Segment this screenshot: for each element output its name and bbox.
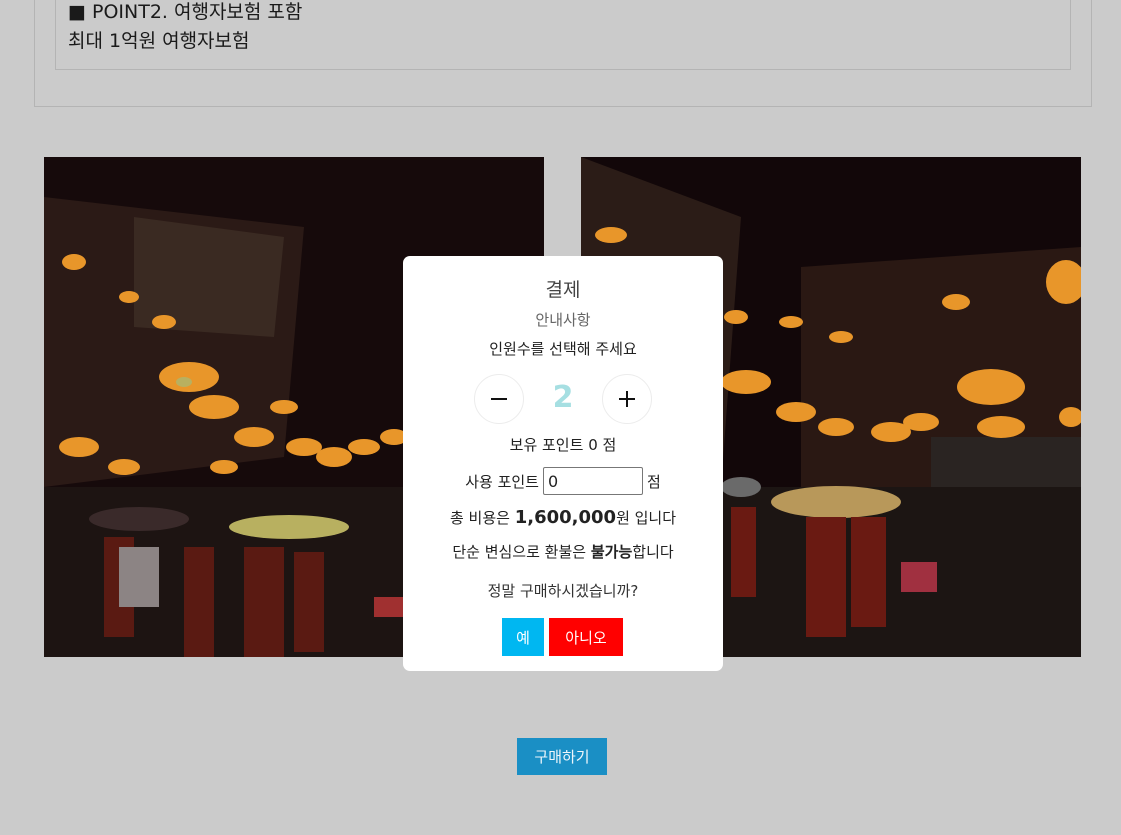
- modal-subtitle: 안내사항: [535, 311, 591, 329]
- modal-guide-text: 인원수를 선택해 주세요: [489, 340, 637, 358]
- person-count: 2: [552, 380, 574, 415]
- total-cost-suffix: 원 입니다: [616, 509, 677, 527]
- refund-notice: 단순 변심으로 환불은 불가능합니다: [403, 541, 723, 562]
- no-button[interactable]: 아니오: [549, 618, 623, 656]
- decrease-count-button[interactable]: [474, 374, 524, 424]
- owned-points-value: 0: [588, 436, 598, 454]
- owned-points-label: 보유 포인트: [509, 436, 584, 454]
- use-points-unit: 점: [646, 472, 661, 491]
- use-points-row: 사용 포인트 점: [403, 467, 723, 495]
- point-title: ■ POINT2. 여행자보험 포함: [68, 1, 303, 23]
- use-points-label: 사용 포인트: [465, 472, 539, 491]
- refund-notice-emphasis: 불가능: [590, 543, 633, 561]
- page: ■ POINT2. 여행자보험 포함 최대 1억원 여행자보험 결제 안내사항 …: [0, 0, 1121, 835]
- increase-count-button[interactable]: [602, 374, 652, 424]
- confirm-question: 정말 구매하시겠습니까?: [487, 582, 639, 600]
- owned-points-unit: 점: [602, 436, 617, 454]
- owned-points: 보유 포인트 0 점: [403, 434, 723, 455]
- buy-button[interactable]: 구매하기: [517, 738, 607, 775]
- modal-title: 결제: [545, 279, 581, 301]
- minus-icon: [491, 398, 507, 400]
- point-description: 최대 1억원 여행자보험: [68, 30, 250, 52]
- refund-notice-prefix: 단순 변심으로 환불은: [452, 543, 587, 561]
- use-points-input[interactable]: [542, 467, 643, 495]
- total-cost-prefix: 총 비용은: [449, 509, 510, 527]
- plus-icon: [619, 391, 635, 407]
- payment-modal: 결제 안내사항 인원수를 선택해 주세요 2 보유 포인트 0 점 사용 포인트…: [403, 256, 723, 671]
- yes-button[interactable]: 예: [502, 618, 544, 656]
- refund-notice-suffix: 합니다: [632, 543, 674, 561]
- total-cost-amount: 1,600,000: [514, 507, 617, 528]
- total-cost: 총 비용은 1,600,000원 입니다: [403, 507, 723, 528]
